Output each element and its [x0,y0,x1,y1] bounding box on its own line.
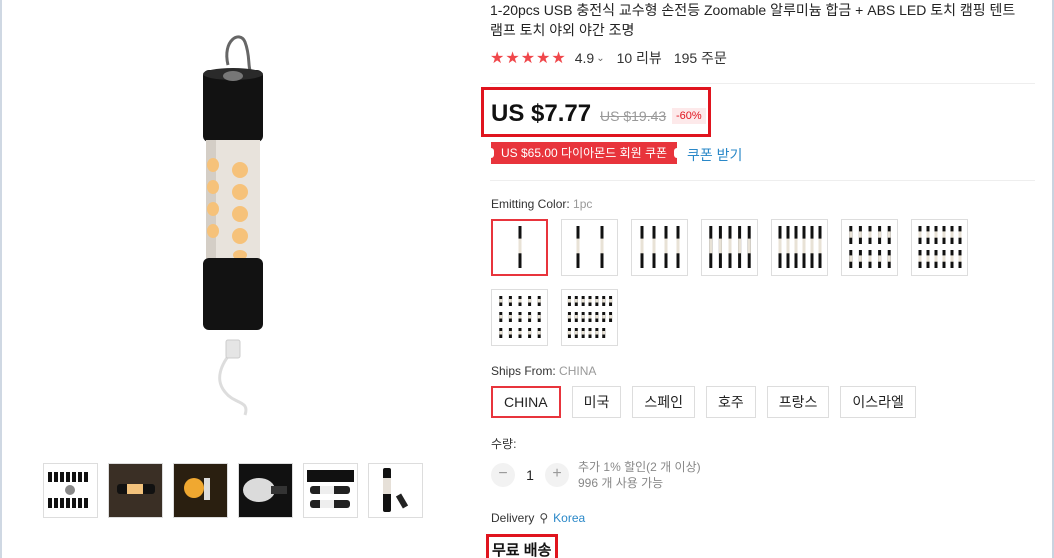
rating-score[interactable]: 4.9 [575,50,594,66]
ships-from-label: Ships From: CHINA [491,364,596,378]
rating-row: ★★★★★ 4.9 ⌄ 10 리뷰 195 주문 [490,48,727,68]
flashlight-set-icon [567,295,612,338]
quantity-stepper: − 1 + [491,463,569,487]
current-price: US $7.77 [491,100,592,127]
emitting-color-title: Emitting Color: [491,197,570,211]
ships-from-options: CHINA 미국 스페인 호주 프랑스 이스라엘 [491,386,916,418]
delivery-row: Delivery ⚲ Korea [491,511,585,525]
main-product-image[interactable] [40,20,440,440]
flashlight-set-icon [848,225,891,268]
flashlight-set-icon [778,225,821,268]
review-count[interactable]: 10 리뷰 [617,48,662,68]
stock-available-note: 996 개 사용 가능 [578,476,664,490]
product-title-line-2: 램프 토치 야외 야간 조명 [490,22,635,38]
quantity-decrease-button[interactable]: − [491,463,515,487]
quantity-increase-button[interactable]: + [545,463,569,487]
ships-from-usa-button[interactable]: 미국 [571,386,622,418]
thumbnail-3[interactable] [173,463,228,518]
emitting-color-option-2[interactable] [561,219,618,276]
thumbnail-4[interactable] [238,463,293,518]
emitting-color-option-9[interactable] [561,289,618,346]
emitting-color-option-4[interactable] [701,219,758,276]
delivery-location-link[interactable]: Korea [553,511,585,525]
emitting-color-option-5[interactable] [771,219,828,276]
star-rating-icons: ★★★★★ [490,50,567,67]
flashlight-set-icon [918,225,961,268]
emitting-color-option-6[interactable] [841,219,898,276]
location-pin-icon: ⚲ [539,511,549,525]
divider [490,180,1035,181]
original-price: US $19.43 [600,108,667,124]
thumbnail-6[interactable] [368,463,423,518]
ships-from-china-button[interactable]: CHINA [491,386,561,418]
bulk-discount-note: 추가 1% 할인(2 개 이상) [578,460,701,474]
free-shipping-label: 무료 배송 [486,534,559,558]
emitting-color-options [491,219,991,346]
quantity-note: 추가 1% 할인(2 개 이상) 996 개 사용 가능 [578,459,701,491]
left-edge-divider [0,0,2,558]
product-title: 1-20pcs USB 충전식 교수형 손전등 Zoomable 알루미늄 합금… [490,0,1050,40]
flashlight-set-icon [708,225,751,268]
get-coupon-link[interactable]: 쿠폰 받기 [687,145,742,165]
ships-from-spain-button[interactable]: 스페인 [632,386,695,418]
order-count: 195 주문 [673,50,727,66]
coupon-badge: US $65.00 다이아몬드 회원 쿠폰 [487,142,681,164]
flashlight-set-icon [576,225,603,268]
flashlight-set-icon [640,225,679,268]
thumbnail-5[interactable] [303,463,358,518]
product-title-line-1: 1-20pcs USB 충전식 교수형 손전등 Zoomable 알루미늄 합금… [490,2,1016,18]
flashlight-image [203,35,263,416]
flashlight-set-icon [518,225,521,268]
divider [490,83,1035,84]
emitting-color-option-3[interactable] [631,219,688,276]
ships-from-israel-button[interactable]: 이스라엘 [840,386,916,418]
emitting-color-option-1[interactable] [491,219,548,276]
chevron-down-icon[interactable]: ⌄ [596,53,604,64]
delivery-label: Delivery [491,511,535,525]
discount-badge: -60% [672,108,706,124]
flashlight-set-icon [498,295,541,338]
emitting-color-label: Emitting Color: 1pc [491,197,592,211]
ships-from-australia-button[interactable]: 호주 [705,386,756,418]
thumbnail-2[interactable] [108,463,163,518]
ships-from-selected: CHINA [559,364,597,378]
thumbnail-1[interactable] [43,463,98,518]
ships-from-title: Ships From: [491,364,556,378]
thumbnail-strip [43,463,423,518]
quantity-input[interactable]: 1 [515,467,545,483]
emitting-color-selected: 1pc [573,197,593,211]
emitting-color-option-7[interactable] [911,219,968,276]
ships-from-france-button[interactable]: 프랑스 [766,386,830,418]
quantity-label: 수량: [491,437,517,451]
emitting-color-option-8[interactable] [491,289,548,346]
